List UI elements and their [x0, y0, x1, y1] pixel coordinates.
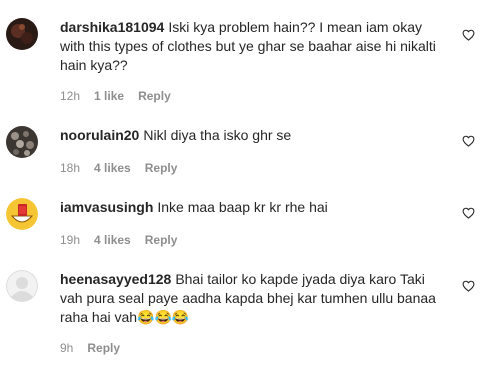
username[interactable]: heenasayyed128	[60, 271, 171, 287]
reply-button[interactable]: Reply	[138, 89, 171, 103]
comment-meta: 9h Reply	[60, 341, 134, 355]
comment-body: heenasayyed128 Bhai tailor ko kapde jyada…	[60, 270, 450, 327]
username[interactable]: noorulain20	[60, 127, 139, 143]
username[interactable]: darshika181094	[60, 19, 164, 35]
heart-outline-icon[interactable]	[462, 280, 475, 292]
avatar[interactable]	[6, 198, 38, 230]
avatar[interactable]	[6, 270, 38, 302]
avatar[interactable]	[6, 18, 38, 50]
heart-outline-icon[interactable]	[462, 135, 475, 147]
avatar[interactable]	[6, 126, 38, 158]
likes-count[interactable]: 4 likes	[94, 161, 131, 175]
timestamp[interactable]: 12h	[60, 89, 80, 103]
likes-count[interactable]: 4 likes	[94, 233, 131, 247]
comment-body: noorulain20 Nikl diya tha isko ghr se	[60, 126, 450, 145]
comment-body: darshika181094 Iski kya problem hain?? I …	[60, 18, 450, 75]
reply-button[interactable]: Reply	[145, 161, 178, 175]
comment-text: Inke maa baap kr kr rhe hai	[157, 199, 328, 215]
reply-button[interactable]: Reply	[145, 233, 178, 247]
timestamp[interactable]: 18h	[60, 161, 80, 175]
heart-outline-icon[interactable]	[462, 207, 475, 219]
comment-meta: 18h 4 likes Reply	[60, 161, 191, 175]
reply-button[interactable]: Reply	[87, 341, 120, 355]
timestamp[interactable]: 9h	[60, 341, 73, 355]
username[interactable]: iamvasusingh	[60, 199, 153, 215]
likes-count[interactable]: 1 like	[94, 89, 124, 103]
comment-meta: 12h 1 like Reply	[60, 89, 185, 103]
comment-meta: 19h 4 likes Reply	[60, 233, 191, 247]
timestamp[interactable]: 19h	[60, 233, 80, 247]
heart-outline-icon[interactable]	[462, 29, 475, 41]
comment-body: iamvasusingh Inke maa baap kr kr rhe hai	[60, 198, 450, 217]
comment-text: Nikl diya tha isko ghr se	[143, 127, 292, 143]
